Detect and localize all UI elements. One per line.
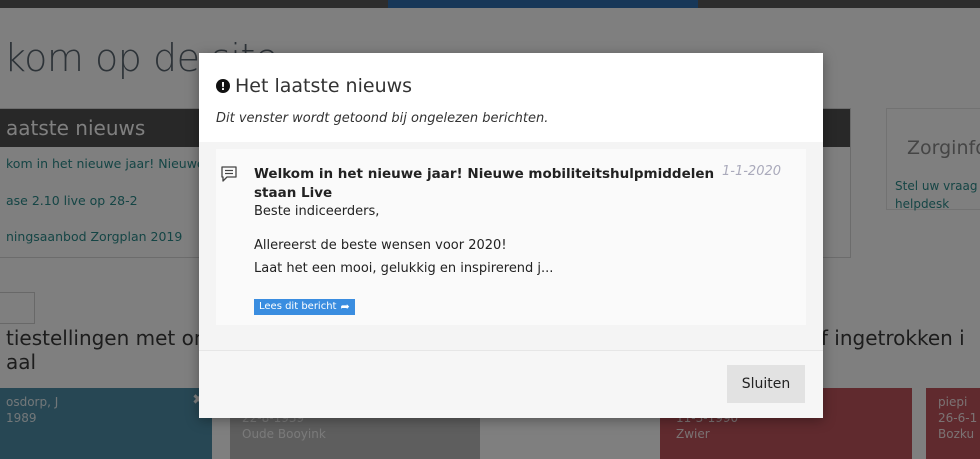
close-button[interactable]: Sluiten bbox=[727, 365, 805, 403]
modal-title: ! Het laatste nieuws bbox=[216, 75, 412, 97]
message-title: Welkom in het nieuwe jaar! Nieuwe mobili… bbox=[254, 166, 715, 201]
modal-footer: Sluiten bbox=[199, 350, 823, 418]
modal-body: 1-1-2020 Welkom in het nieuwe jaar! Nieu… bbox=[199, 142, 823, 350]
modal-subtitle: Dit venster wordt getoond bij ongelezen … bbox=[216, 111, 549, 126]
message-greeting: Beste indiceerders, bbox=[254, 204, 380, 219]
message-line: Allereerst de beste wensen voor 2020! bbox=[254, 238, 507, 253]
exclamation-circle-icon: ! bbox=[216, 79, 230, 93]
message-line: Laat het een mooi, gelukkig en inspirere… bbox=[254, 261, 554, 276]
message-icon bbox=[221, 166, 237, 182]
news-modal: ! Het laatste nieuws Dit venster wordt g… bbox=[199, 53, 823, 418]
modal-title-text: Het laatste nieuws bbox=[235, 75, 413, 97]
news-message: 1-1-2020 Welkom in het nieuwe jaar! Nieu… bbox=[216, 149, 806, 325]
message-date: 1-1-2020 bbox=[722, 164, 782, 179]
read-message-button[interactable]: Lees dit bericht ➦ bbox=[254, 299, 355, 315]
read-message-label: Lees dit bericht bbox=[259, 301, 337, 312]
share-arrow-icon: ➦ bbox=[340, 300, 350, 313]
